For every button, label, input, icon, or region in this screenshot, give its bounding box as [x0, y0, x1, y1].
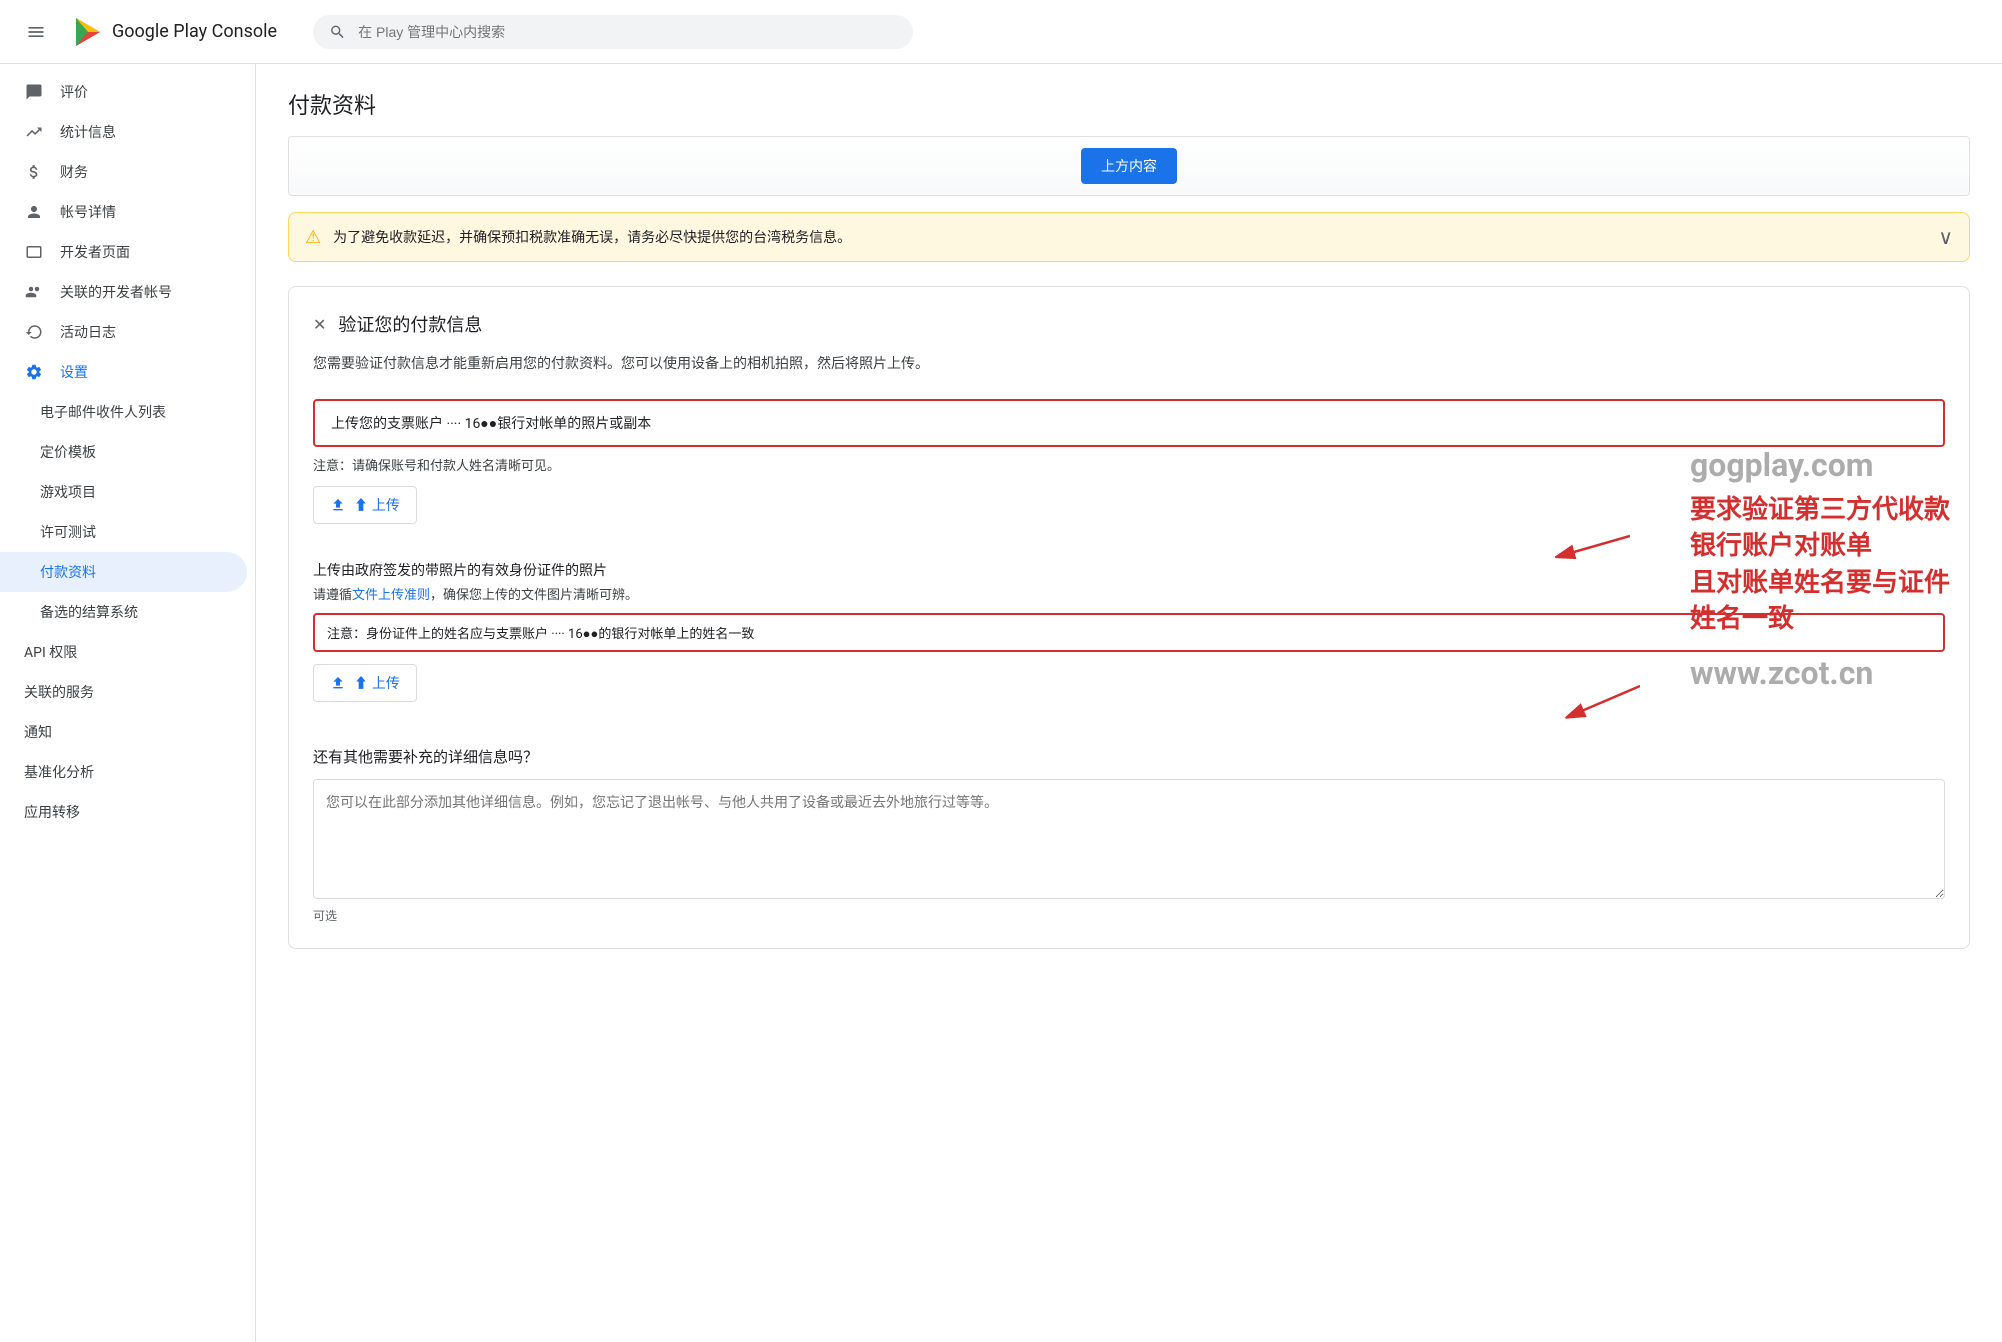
- devpage-icon: [24, 242, 44, 262]
- warning-icon: ⚠: [305, 227, 321, 248]
- sidebar-label-linked: 关联的开发者帐号: [60, 282, 172, 302]
- logo: Google Play Console: [72, 16, 277, 48]
- sidebar-label-related: 关联的服务: [24, 682, 94, 702]
- app-title: Google Play Console: [112, 21, 277, 42]
- sidebar-label-devpage: 开发者页面: [60, 242, 130, 262]
- id-upload-note-red: 注意：身份证件上的姓名应与支票账户 ···· 16●●的银行对帐单上的姓名一致: [313, 613, 1945, 652]
- verify-section: ✕ 验证您的付款信息 您需要验证付款信息才能重新启用您的付款资料。您可以使用设备…: [288, 286, 1970, 949]
- scrolled-top-button[interactable]: 上方内容: [1081, 148, 1177, 184]
- id-upload-note-link: 请遵循文件上传准则，确保您上传的文件图片清晰可辨。: [313, 584, 1945, 603]
- scrolled-top-area: 上方内容: [288, 136, 1970, 196]
- sidebar-item-linked[interactable]: 关联的开发者帐号: [0, 272, 247, 312]
- sidebar-label-pricing: 定价模板: [40, 442, 96, 462]
- search-input[interactable]: [358, 24, 897, 40]
- settings-icon: [24, 362, 44, 382]
- rating-icon: [24, 82, 44, 102]
- sidebar-item-games[interactable]: 游戏项目: [0, 472, 247, 512]
- sidebar-item-pricing[interactable]: 定价模板: [0, 432, 247, 472]
- sidebar-label-account: 帐号详情: [60, 202, 116, 222]
- page-title: 付款资料: [288, 88, 1970, 120]
- bank-upload-area: 上传您的支票账户 ···· 16●●银行对帐单的照片或副本: [313, 399, 1945, 447]
- sidebar-label-email-list: 电子邮件收件人列表: [40, 402, 166, 422]
- sidebar-label-finance: 财务: [60, 162, 88, 182]
- warning-banner: ⚠ 为了避免收款延迟，并确保预扣税款准确无误，请务必尽快提供您的台湾税务信息。 …: [288, 212, 1970, 262]
- sidebar-item-stats[interactable]: 统计信息: [0, 112, 247, 152]
- sidebar-label-notify: 通知: [24, 722, 52, 742]
- sidebar-item-transfer[interactable]: 应用转移: [0, 792, 247, 832]
- content-wrapper: ✕ 验证您的付款信息 您需要验证付款信息才能重新启用您的付款资料。您可以使用设备…: [288, 286, 1970, 949]
- id-upload-link[interactable]: 文件上传准则: [352, 588, 430, 603]
- bank-upload-button[interactable]: ⬆ 上传: [313, 486, 417, 524]
- sidebar-item-account[interactable]: 帐号详情: [0, 192, 247, 232]
- bank-upload-label: 上传您的支票账户 ···· 16●●银行对帐单的照片或副本: [331, 416, 651, 432]
- id-section-title: 上传由政府签发的带照片的有效身份证件的照片: [313, 560, 1945, 580]
- sidebar-item-activity[interactable]: 活动日志: [0, 312, 247, 352]
- sidebar-label-activity: 活动日志: [60, 322, 116, 342]
- sidebar-item-billing[interactable]: 备选的结算系统: [0, 592, 247, 632]
- sidebar-label-license: 许可测试: [40, 522, 96, 542]
- account-icon: [24, 202, 44, 222]
- id-upload-icon: [330, 675, 346, 691]
- sidebar-label-transfer: 应用转移: [24, 802, 80, 822]
- bank-upload-note: 注意：请确保账号和付款人姓名清晰可见。: [313, 455, 1945, 474]
- verify-close-icon[interactable]: ✕: [313, 315, 326, 334]
- id-upload-btn-label: ⬆ 上传: [354, 673, 400, 693]
- sidebar-label-analytics: 基准化分析: [24, 762, 94, 782]
- sidebar-item-notify[interactable]: 通知: [0, 712, 247, 752]
- sidebar-item-license[interactable]: 许可测试: [0, 512, 247, 552]
- sidebar-label-stats: 统计信息: [60, 122, 116, 142]
- sidebar-item-api[interactable]: API 权限: [0, 632, 247, 672]
- verify-description: 您需要验证付款信息才能重新启用您的付款资料。您可以使用设备上的相机拍照，然后将照…: [313, 353, 1945, 375]
- stats-icon: [24, 122, 44, 142]
- sidebar-item-rating[interactable]: 评价: [0, 72, 247, 112]
- upload-icon: [330, 497, 346, 513]
- verify-title: 验证您的付款信息: [338, 311, 482, 337]
- sidebar-item-related[interactable]: 关联的服务: [0, 672, 247, 712]
- id-upload-button[interactable]: ⬆ 上传: [313, 664, 417, 702]
- sidebar-label-rating: 评价: [60, 82, 88, 102]
- sidebar-item-analytics[interactable]: 基准化分析: [0, 752, 247, 792]
- optional-label: 可选: [313, 907, 1945, 924]
- linked-icon: [24, 282, 44, 302]
- sidebar-item-payment[interactable]: 付款资料: [0, 552, 247, 592]
- search-container: [313, 15, 913, 49]
- layout: 评价 统计信息 财务 帐号详情 开发者页面: [0, 64, 2002, 1342]
- additional-title: 还有其他需要补充的详细信息吗？: [313, 746, 1945, 767]
- sidebar-item-devpage[interactable]: 开发者页面: [0, 232, 247, 272]
- finance-icon: [24, 162, 44, 182]
- additional-textarea[interactable]: [313, 779, 1945, 899]
- sidebar-item-email-list[interactable]: 电子邮件收件人列表: [0, 392, 247, 432]
- sidebar-label-payment: 付款资料: [40, 562, 96, 582]
- sidebar-item-finance[interactable]: 财务: [0, 152, 247, 192]
- header: Google Play Console: [0, 0, 2002, 64]
- warning-expand-icon[interactable]: ∨: [1938, 225, 1953, 249]
- id-upload-note-red-text: 注意：身份证件上的姓名应与支票账户 ···· 16●●的银行对帐单上的姓名一致: [327, 627, 754, 642]
- sidebar-label-settings: 设置: [60, 362, 88, 382]
- additional-section: 还有其他需要补充的详细信息吗？ 可选: [313, 746, 1945, 924]
- search-icon: [329, 23, 346, 41]
- verify-header: ✕ 验证您的付款信息: [313, 311, 1945, 337]
- sidebar-label-games: 游戏项目: [40, 482, 96, 502]
- warning-text: 为了避免收款延迟，并确保预扣税款准确无误，请务必尽快提供您的台湾税务信息。: [333, 227, 1926, 247]
- sidebar-item-settings[interactable]: 设置: [0, 352, 247, 392]
- sidebar: 评价 统计信息 财务 帐号详情 开发者页面: [0, 64, 256, 1342]
- bank-upload-btn-label: ⬆ 上传: [354, 495, 400, 515]
- activity-icon: [24, 322, 44, 342]
- main-content: 付款资料 上方内容 ⚠ 为了避免收款延迟，并确保预扣税款准确无误，请务必尽快提供…: [256, 64, 2002, 1342]
- menu-icon[interactable]: [16, 12, 56, 52]
- sidebar-label-billing: 备选的结算系统: [40, 602, 138, 622]
- sidebar-label-api: API 权限: [24, 642, 77, 662]
